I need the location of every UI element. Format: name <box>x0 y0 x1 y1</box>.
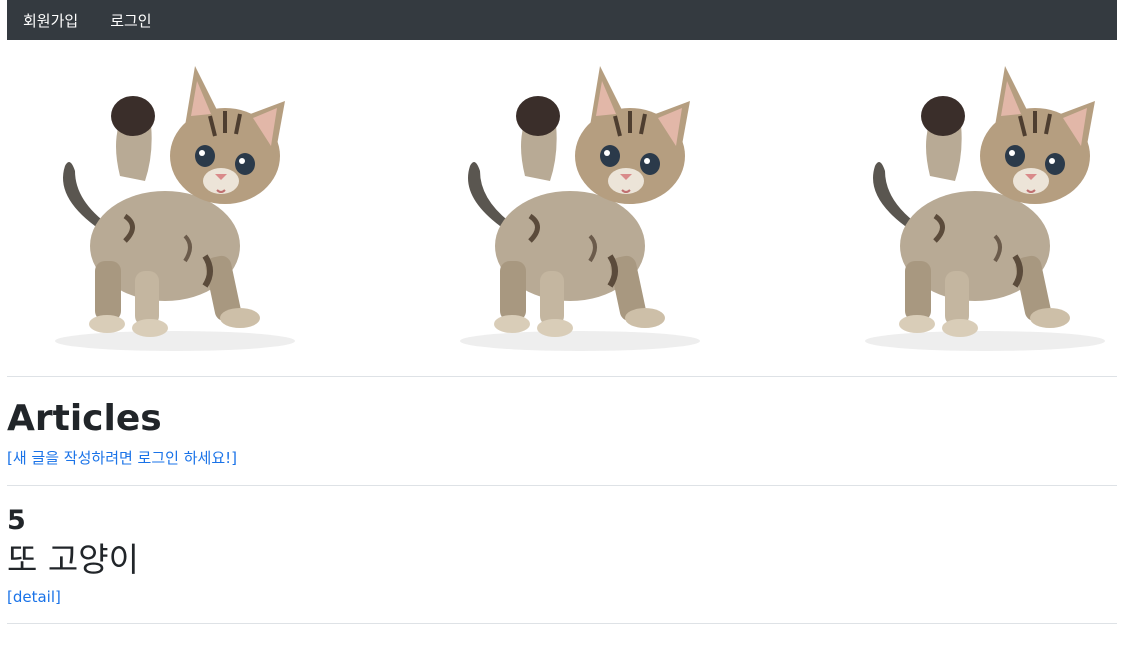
divider <box>7 376 1117 377</box>
nav-login-link[interactable]: 로그인 <box>110 10 151 31</box>
kitten-icon <box>460 66 700 351</box>
article-title: 또 고양이 <box>7 540 139 579</box>
nav-signup-link[interactable]: 회원가입 <box>23 10 78 31</box>
kitten-image <box>25 56 325 356</box>
article-item: 5 또 고양이 [detail] <box>7 504 1117 606</box>
login-prompt-link[interactable]: [새 글을 작성하려면 로그인 하세요!] <box>7 447 237 468</box>
kitten-image <box>835 56 1128 356</box>
kitten-icon <box>865 66 1105 351</box>
article-detail-link[interactable]: [detail] <box>7 588 61 606</box>
kitten-icon <box>55 66 295 351</box>
kitten-image-row <box>7 56 1117 376</box>
divider <box>7 485 1117 486</box>
page-title: Articles <box>7 398 162 439</box>
kitten-image <box>430 56 730 356</box>
page-container: 회원가입 로그인 Articles [새 글을 작성하려면 로그인 하세요!] … <box>7 0 1117 624</box>
article-id: 5 <box>7 505 26 536</box>
navbar: 회원가입 로그인 <box>7 0 1117 40</box>
divider <box>7 623 1117 624</box>
